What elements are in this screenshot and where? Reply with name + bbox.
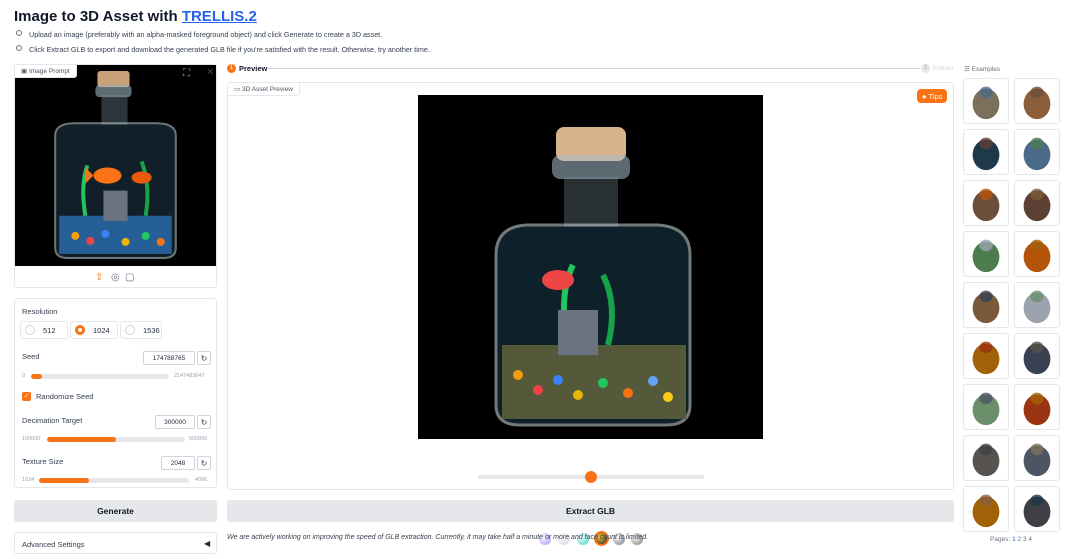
decimation-label: Decimation Target: [22, 416, 83, 425]
texture-input[interactable]: 2048: [161, 456, 195, 470]
example-seaweed-plant[interactable]: [963, 384, 1009, 430]
tips-button[interactable]: ● Tips: [917, 89, 948, 103]
step-1-label[interactable]: Preview: [239, 64, 267, 73]
preview-panel[interactable]: ▭ 3D Asset Preview ● Tips: [227, 82, 954, 546]
decimation-reset-button[interactable]: ↻: [197, 415, 211, 429]
example-wagon[interactable]: [963, 282, 1009, 328]
seed-min: 0: [22, 373, 26, 379]
randomize-seed-label: Randomize Seed: [36, 392, 94, 401]
example-wooden-house[interactable]: [1014, 78, 1060, 124]
decimation-min: 100000: [22, 436, 41, 442]
pagination: Pages: 1 2 3 4: [990, 536, 1032, 543]
texture-slider[interactable]: [39, 478, 189, 483]
seed-input[interactable]: 174788765: [143, 351, 195, 365]
example-blaster-gun[interactable]: [963, 333, 1009, 379]
clipboard-icon[interactable]: ▢: [125, 272, 134, 283]
step-divider: [268, 68, 920, 69]
texture-reset-button[interactable]: ↻: [197, 456, 211, 470]
generate-button[interactable]: Generate: [14, 500, 217, 522]
page-3-link[interactable]: 3: [1023, 536, 1027, 543]
advanced-settings-accordion[interactable]: Advanced Settings ◀: [14, 532, 217, 554]
example-armor[interactable]: [1014, 333, 1060, 379]
example-ornate-chair[interactable]: [963, 180, 1009, 226]
instruction-2: Click Extract GLB to export and download…: [16, 45, 430, 54]
step-2-label[interactable]: Extract: [933, 65, 953, 72]
example-gargoyle[interactable]: [1014, 282, 1060, 328]
resolution-option-1024[interactable]: 1024: [70, 321, 118, 339]
upload-icon[interactable]: ⇪: [95, 272, 103, 283]
seed-max: 2147483647: [174, 373, 205, 379]
example-tank-robot[interactable]: [1014, 129, 1060, 175]
decimation-max: 500000: [189, 436, 208, 442]
extract-glb-button[interactable]: Extract GLB: [227, 500, 954, 522]
step-2-badge: 2: [921, 64, 930, 73]
3d-preview-canvas[interactable]: [418, 95, 763, 439]
page-4-link[interactable]: 4: [1028, 536, 1032, 543]
close-icon[interactable]: ✕: [206, 67, 214, 78]
example-dragon-statue[interactable]: [1014, 486, 1060, 532]
image-prompt-label: ▣ Image Prompt: [15, 65, 77, 78]
resolution-option-512[interactable]: 512: [20, 321, 68, 339]
texture-label: Texture Size: [22, 457, 64, 466]
example-motorcycle-rider[interactable]: [963, 78, 1009, 124]
page-1-link[interactable]: 1: [1012, 536, 1016, 543]
uploaded-image: [15, 65, 216, 266]
seed-slider[interactable]: [31, 374, 169, 379]
seed-reset-button[interactable]: ↻: [197, 351, 211, 365]
webcam-icon[interactable]: ◎: [111, 272, 120, 283]
page-2-link[interactable]: 2: [1018, 536, 1022, 543]
caret-left-icon: ◀: [204, 539, 211, 548]
step-1-badge: 1: [227, 64, 236, 73]
list-icon: ☰: [964, 66, 970, 73]
example-flower-pot[interactable]: [1014, 231, 1060, 277]
example-goblin[interactable]: [963, 486, 1009, 532]
page-title: Image to 3D Asset with TRELLIS.2: [14, 8, 257, 25]
texture-min: 1024: [22, 477, 35, 483]
example-warrior-figure[interactable]: [1014, 384, 1060, 430]
randomize-seed-checkbox[interactable]: ✓: [22, 392, 31, 401]
preview-label: ▭ 3D Asset Preview: [228, 83, 300, 96]
bulb-icon: ●: [922, 91, 927, 101]
resolution-label: Resolution: [22, 307, 58, 316]
fullscreen-icon[interactable]: ⛶: [183, 68, 190, 79]
texture-max: 4096: [195, 477, 208, 483]
decimation-slider[interactable]: [47, 437, 185, 442]
examples-label: ☰ Examples: [964, 66, 1001, 73]
settings-panel: Resolution 512 1024 1536 Seed 174788765 …: [14, 298, 217, 488]
decimation-input[interactable]: 300000: [155, 415, 195, 429]
seed-label: Seed: [22, 352, 40, 361]
instruction-1: Upload an image (preferably with an alph…: [16, 30, 382, 39]
example-bust-statue[interactable]: [963, 435, 1009, 481]
light-slider-thumb[interactable]: [585, 471, 597, 483]
example-grass-plant[interactable]: [963, 231, 1009, 277]
example-stone-ruins[interactable]: [1014, 435, 1060, 481]
trellis-link[interactable]: TRELLIS.2: [182, 8, 257, 25]
resolution-option-1536[interactable]: 1536: [120, 321, 162, 339]
advanced-settings-label: Advanced Settings: [22, 540, 85, 549]
notice-text: We are actively working on improving the…: [227, 534, 649, 541]
image-prompt-panel[interactable]: ⛶ ✕ ▣ Image Prompt ⇪ ◎ ▢: [14, 64, 217, 288]
example-bottle-aquarium[interactable]: [963, 129, 1009, 175]
example-pirate-ship[interactable]: [1014, 180, 1060, 226]
